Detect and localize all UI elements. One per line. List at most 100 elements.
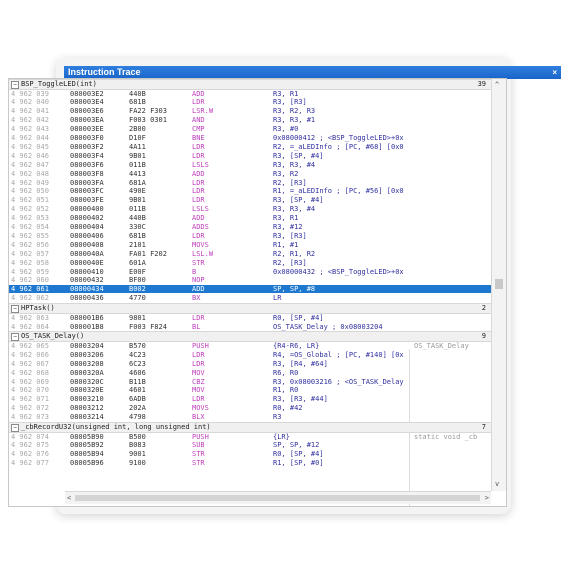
vertical-scroll-thumb[interactable] [495, 279, 503, 289]
instruction-row[interactable]: 4 962 072 08003212 202A MOVS R0, #42 [9, 404, 492, 412]
instruction-row[interactable]: 4 962 045 080003F2 4A11 LDR R2, =_aLEDInfo ;… [9, 143, 492, 151]
operands: 0x08000412 ; <BSP_ToggleLED>+0x [273, 134, 404, 142]
address: 080003F8 [70, 169, 104, 178]
trace-index: 4 962 071 [11, 395, 49, 404]
function-group-header[interactable]: − OS_TASK_Delay() 9 [9, 331, 492, 343]
instruction-row[interactable]: 4 962 044 080003F0 D10F BNE 0x08000412 ; <BS… [9, 134, 492, 142]
close-icon[interactable]: × [552, 66, 557, 79]
address: 08005B92 [70, 441, 104, 450]
instruction-row[interactable]: 4 962 063 080001B6 9801 LDR R0, [SP, #4] [9, 314, 492, 322]
instruction-row[interactable]: 4 962 076 08005B94 9001 STR R0, [SP, #4] [9, 450, 492, 458]
instruction-row[interactable]: 4 962 052 08000400 011B LSLS R3, R3, #4 [9, 205, 492, 213]
opcode: 4413 [129, 169, 146, 178]
instruction-row[interactable]: 4 962 057 0800040A FA01 F202 LSL.W R2, R1, R… [9, 250, 492, 258]
trace-index: 4 962 044 [11, 134, 49, 142]
instruction-row[interactable]: 4 962 056 08000408 2101 MOVS R1, #1 [9, 241, 492, 249]
address: 08005B94 [70, 450, 104, 459]
mnemonic: LSL.W [192, 249, 214, 258]
mnemonic: MOV [192, 386, 205, 395]
instruction-row[interactable]: 4 962 040 080003E4 681B LDR R3, [R3] [9, 98, 492, 106]
instruction-row[interactable]: 4 962 058 0800040E 601A STR R2, [R3] [9, 259, 492, 267]
instruction-row[interactable]: 4 962 071 08003210 6ADB LDR R3, [R3, #44] [9, 395, 492, 403]
mnemonic: LSR.W [192, 107, 214, 116]
instruction-row[interactable]: 4 962 075 08005B92 B083 SUB SP, SP, #12 [9, 441, 492, 449]
mnemonic: STR [192, 450, 205, 459]
trace-list[interactable]: − BSP_ToggleLED(int) 39 4 962 039 080003E2 44… [8, 78, 507, 507]
address: 08000404 [70, 223, 104, 231]
collapse-icon[interactable]: − [11, 333, 19, 342]
address: 080003F6 [70, 160, 104, 169]
instruction-row[interactable]: 4 962 066 08003206 4C23 LDR R4, =OS_Global ;… [9, 351, 492, 359]
horizontal-scrollbar[interactable]: < > [65, 491, 491, 504]
trace-index: 4 962 050 [11, 187, 49, 196]
instruction-row[interactable]: 4 962 074 08005B90 B500 PUSH {LR} static void… [9, 433, 492, 441]
instruction-row[interactable]: 4 962 070 0800320E 4601 MOV R1, R0 [9, 386, 492, 394]
opcode: 4A11 [129, 142, 146, 151]
instruction-row[interactable]: 4 962 053 08000402 440B ADD R3, R1 [9, 214, 492, 222]
source-snippet: static void _cb [414, 432, 478, 441]
mnemonic: B [192, 267, 197, 276]
mnemonic: NOP [192, 276, 205, 285]
mnemonic: LDR [192, 231, 205, 240]
operands: R3, R1 [273, 89, 299, 98]
opcode: 330C [129, 223, 146, 231]
instruction-row[interactable]: 4 962 067 08003208 6C23 LDR R3, [R4, #64] [9, 360, 492, 368]
mnemonic: LSLS [192, 205, 209, 214]
trace-index: 4 962 046 [11, 151, 49, 160]
instruction-row[interactable]: 4 962 051 080003FE 9B01 LDR R3, [SP, #4] [9, 196, 492, 204]
instruction-row[interactable]: 4 962 068 0800320A 4606 MOV R6, R0 [9, 369, 492, 377]
function-group-header[interactable]: − _cbRecordU32(unsigned int, long unsigne… [9, 422, 492, 433]
instruction-row[interactable]: 4 962 060 08000432 BF00 NOP [9, 276, 492, 284]
vertical-scrollbar[interactable]: ^ v [491, 79, 506, 491]
instruction-row[interactable]: 4 962 048 080003F8 4413 ADD R3, R2 [9, 170, 492, 178]
instruction-row[interactable]: 4 962 043 080003EE 2B00 CMP R3, #0 [9, 125, 492, 133]
instruction-row[interactable]: 4 962 055 08000406 681B LDR R3, [R3] [9, 232, 492, 240]
collapse-icon[interactable]: − [11, 81, 19, 89]
scroll-left-icon[interactable]: < [67, 494, 71, 502]
instruction-row[interactable]: 4 962 069 0800320C B11B CBZ R3, 0x08003216 ;… [9, 378, 492, 386]
instruction-row[interactable]: 4 962 050 080003FC 490E LDR R1, =_aLEDInfo ;… [9, 187, 492, 195]
operands: SP, SP, #8 [273, 285, 316, 294]
instruction-row[interactable]: 4 962 047 080003F6 011B LSLS R3, R3, #4 [9, 161, 492, 169]
instruction-row[interactable]: 4 962 054 08000404 330C ADDS R3, #12 [9, 223, 492, 231]
opcode: F003 F824 [129, 322, 167, 331]
operands: R3, #12 [273, 223, 303, 231]
selected-instruction-row[interactable]: 4 962 061 08000434 B002 ADD SP, SP, #8 [9, 285, 492, 294]
mnemonic: LDR [192, 98, 205, 107]
scroll-down-icon[interactable]: v [495, 480, 499, 488]
address: 08003208 [70, 359, 104, 368]
opcode: 681B [129, 231, 146, 240]
opcode: 9B01 [129, 151, 146, 160]
address: 08003212 [70, 404, 104, 413]
instruction-row[interactable]: 4 962 041 080003E6 FA22 F303 LSR.W R3, R2, R… [9, 107, 492, 115]
trace-index: 4 962 077 [11, 459, 49, 468]
address: 080001B8 [70, 322, 104, 331]
trace-index: 4 962 075 [11, 441, 49, 450]
opcode: 2101 [129, 240, 146, 249]
collapse-icon[interactable]: − [11, 305, 19, 314]
instruction-row[interactable]: 4 962 039 080003E2 440B ADD R3, R1 [9, 90, 492, 98]
function-name: OS_TASK_Delay() [21, 332, 85, 341]
scroll-up-icon[interactable]: ^ [495, 81, 499, 89]
operands: R3 [273, 413, 282, 422]
collapse-icon[interactable]: − [11, 424, 19, 432]
horizontal-scroll-thumb[interactable] [75, 495, 480, 501]
instruction-row[interactable]: 4 962 062 08000436 4770 BX LR [9, 294, 492, 302]
address: 080003E6 [70, 107, 104, 116]
opcode: 011B [129, 205, 146, 214]
instruction-row[interactable]: 4 962 073 08003214 4798 BLX R3 [9, 413, 492, 421]
instruction-row[interactable]: 4 962 046 080003F4 9B01 LDR R3, [SP, #4] [9, 152, 492, 160]
instruction-row[interactable]: 4 962 065 08003204 B570 PUSH {R4-R6, LR} OS_T… [9, 342, 492, 350]
trace-index: 4 962 064 [11, 322, 49, 331]
instruction-row[interactable]: 4 962 059 08000410 E00F B 0x08000432 ; <BSP_… [9, 268, 492, 276]
instruction-row[interactable]: 4 962 064 080001B8 F003 F824 BL OS_TASK_Dela… [9, 323, 492, 331]
function-group-header[interactable]: − BSP_ToggleLED(int) 39 [9, 79, 492, 90]
scroll-right-icon[interactable]: > [485, 494, 489, 502]
address: 080003F2 [70, 142, 104, 151]
instruction-count: 7 [481, 423, 486, 431]
instruction-row[interactable]: 4 962 049 080003FA 681A LDR R2, [R3] [9, 179, 492, 187]
address: 08000408 [70, 240, 104, 249]
instruction-row[interactable]: 4 962 077 08005B96 9100 STR R1, [SP, #0] [9, 459, 492, 467]
function-group-header[interactable]: − HPTask() 2 [9, 303, 492, 315]
instruction-row[interactable]: 4 962 042 080003EA F003 0301 AND R3, R3, #1 [9, 116, 492, 124]
